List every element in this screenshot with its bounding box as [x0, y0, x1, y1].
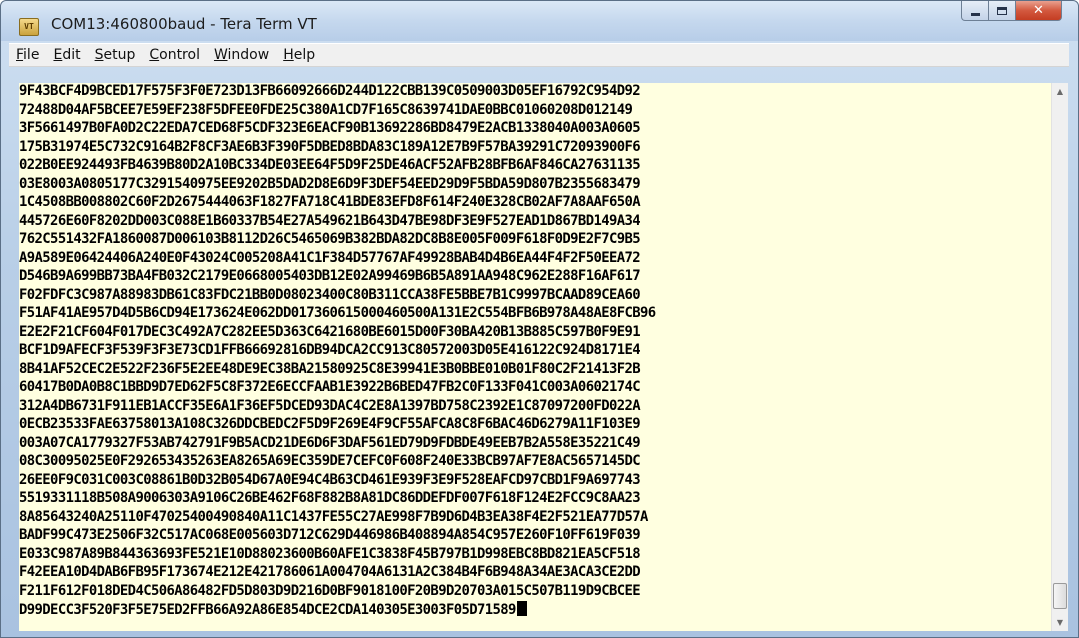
- maximize-icon: [997, 6, 1007, 15]
- terminal-line: 26EE0F9C031C003C08861B0D32B054D67A0E94C4…: [19, 471, 641, 488]
- terminal-line: F02FDFC3C987A88983DB61C83FDC21BB0D080234…: [19, 286, 641, 303]
- terminal-line: 445726E60F8202DD003C088E1B60337B54E27A54…: [19, 212, 641, 229]
- terminal-line: F51AF41AE957D4D5B6CD94E173624E062DD01736…: [19, 305, 656, 321]
- terminal-line: 0ECB23533FAE63758013A108C326DDCBEDC2F5D9…: [19, 416, 641, 432]
- close-icon: ✕: [1033, 2, 1044, 18]
- terminal-line: F42EEA10D4DAB6FB95F173674E212E421786061A…: [19, 564, 641, 580]
- terminal-line: 312A4DB6731F911EB1ACCF35E6A1F36EF5DCED93…: [19, 397, 641, 414]
- terminal-line: A9A589E06424406A240E0F43024C005208A41C1F…: [19, 249, 641, 266]
- text-cursor: [516, 601, 527, 616]
- terminal-line: BCF1D9AFECF3F539F3F3E73CD1FFB66692816DB9…: [19, 342, 641, 358]
- menu-control[interactable]: Control: [142, 44, 207, 66]
- terminal-line: 175B31974E5C732C9164B2F8CF3AE6B3F390F5DB…: [19, 138, 641, 155]
- minimize-button[interactable]: [961, 1, 989, 21]
- terminal-line-last: D99DECC3F520F3F5E75ED2FFB66A92A86E854DCE…: [19, 601, 1051, 620]
- terminal-line: 9F43BCF4D9BCED17F575F3F0E723D13FB6609266…: [19, 83, 641, 99]
- teraterm-window: VT COM13:460800baud - Tera Term VT ✕ Fil…: [0, 0, 1079, 638]
- menu-file[interactable]: File: [9, 44, 46, 66]
- maximize-button[interactable]: [989, 1, 1016, 21]
- terminal-line: 1C4508BB008802C60F2D2675444063F1827FA718…: [19, 194, 641, 210]
- terminal-line: 8B41AF52CEC2E522F236F5E2EE48DE9EC38BA215…: [19, 360, 641, 377]
- terminal-line: E033C987A89B844363693FE521E10D88023600B6…: [19, 545, 641, 562]
- menu-setup[interactable]: Setup: [88, 44, 143, 66]
- menu-bar: File Edit Setup Control Window Help: [9, 43, 1069, 67]
- terminal-output[interactable]: 9F43BCF4D9BCED17F575F3F0E723D13FB6609266…: [19, 83, 1051, 631]
- terminal-line: 003A07CA1779327F53AB742791F9B5ACD21DE6D6…: [19, 434, 641, 451]
- teraterm-app-icon[interactable]: VT: [19, 18, 39, 36]
- terminal-line: 08C30095025E0F292653435263EA8265A69EC359…: [19, 453, 641, 469]
- menu-window[interactable]: Window: [207, 44, 276, 66]
- terminal-line: 72488D04AF5BCEE7E59EF238F5DFEE0FDE25C380…: [19, 101, 633, 118]
- title-bar[interactable]: VT COM13:460800baud - Tera Term VT ✕: [1, 1, 1078, 41]
- window-title: COM13:460800baud - Tera Term VT: [51, 15, 317, 33]
- scroll-up-arrow-icon[interactable]: ▲: [1052, 83, 1068, 100]
- terminal-line: 8A85643240A25110F47025400490840A11C1437F…: [19, 508, 648, 525]
- terminal-line: F211F612F018DED4C506A86482FD5D803D9D216D…: [19, 582, 641, 599]
- terminal-line: 03E8003A0805177C3291540975EE9202B5DAD2D8…: [19, 175, 641, 192]
- caption-buttons: ✕: [961, 1, 1062, 23]
- terminal-line: 762C551432FA1860087D006103B8112D26C54650…: [19, 231, 641, 247]
- terminal-line-text: D99DECC3F520F3F5E75ED2FFB66A92A86E854DCE…: [19, 602, 516, 618]
- terminal-line: 60417B0DA0B8C1BBD9D7ED62F5C8F372E6ECCFAA…: [19, 379, 641, 395]
- terminal-line: 022B0EE924493FB4639B80D2A10BC334DE03EE64…: [19, 157, 641, 173]
- menu-help[interactable]: Help: [276, 44, 322, 66]
- minimize-icon: [970, 12, 980, 16]
- terminal-line: E2E2F21CF604F017DEC3C492A7C282EE5D363C64…: [19, 323, 641, 340]
- close-button[interactable]: ✕: [1016, 1, 1062, 21]
- scroll-down-arrow-icon[interactable]: ▼: [1052, 614, 1068, 631]
- terminal-line: 3F5661497B0FA0D2C22EDA7CED68F5CDF323E6EA…: [19, 120, 641, 136]
- vertical-scrollbar[interactable]: ▲ ▼: [1051, 83, 1068, 631]
- scrollbar-thumb[interactable]: [1053, 583, 1067, 609]
- terminal-line: D546B9A699BB73BA4FB032C2179E0668005403DB…: [19, 268, 641, 284]
- terminal-line: BADF99C473E2506F32C517AC068E005603D712C6…: [19, 527, 641, 543]
- terminal-line: 5519331118B508A9006303A9106C26BE462F68F8…: [19, 490, 641, 506]
- menu-edit[interactable]: Edit: [46, 44, 87, 66]
